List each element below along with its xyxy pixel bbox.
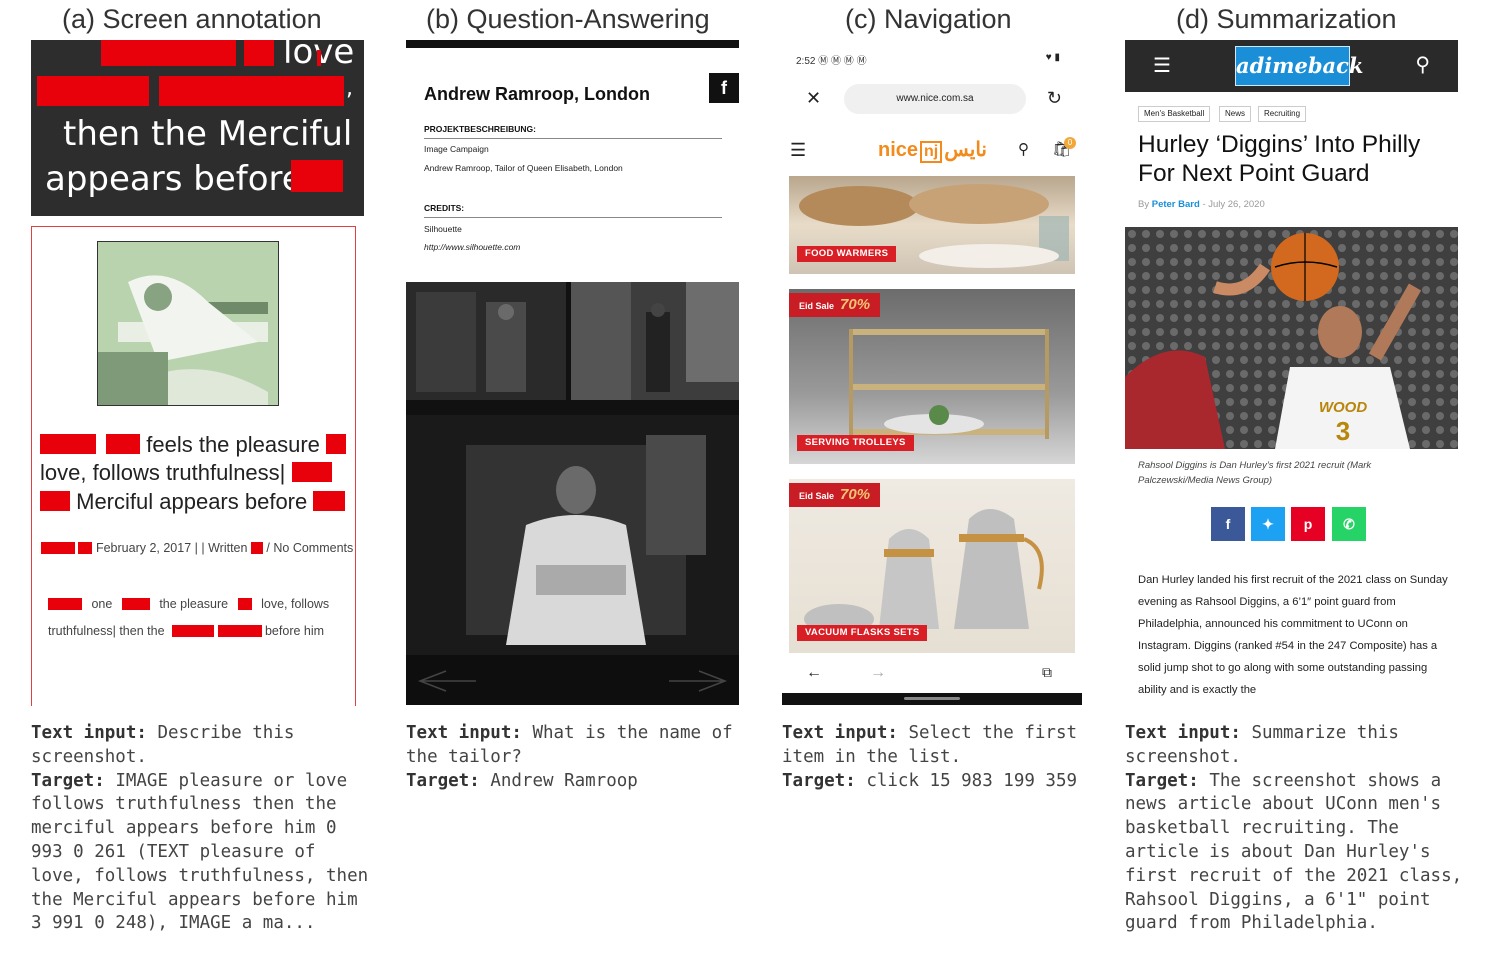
tag-news[interactable]: News <box>1219 106 1252 122</box>
annotation-top-screenshot: love , then the Merciful appears before <box>31 40 364 216</box>
category-label: VACUUM FLASKS SETS <box>797 625 928 641</box>
credits-link[interactable]: http://www.silhouette.com <box>424 242 520 252</box>
panel-b-title: (b) Question-Answering <box>426 4 710 34</box>
caption-a: Text input: Describe this screenshot. Ta… <box>31 723 369 934</box>
list-item[interactable]: FOOD WARMERS <box>789 176 1075 274</box>
close-icon[interactable]: ✕ <box>806 88 821 109</box>
twitter-share-icon[interactable]: ✦ <box>1251 507 1285 541</box>
panel-d-title: (d) Summarization <box>1176 4 1397 34</box>
panel-a-title: (a) Screen annotation <box>62 4 322 34</box>
redaction-box <box>37 76 149 106</box>
back-arrow-icon[interactable]: ← <box>806 664 822 682</box>
article-photo: WOOD 3 <box>1125 227 1458 449</box>
menu-icon[interactable]: ☰ <box>790 140 806 161</box>
share-icon[interactable]: ⧉ <box>1042 664 1052 681</box>
article-title: Hurley ‘Diggins’ Into Philly For Next Po… <box>1138 131 1421 187</box>
redaction-box <box>317 50 321 66</box>
photo-main <box>406 415 739 705</box>
forward-arrow-icon[interactable]: → <box>870 664 886 682</box>
credits-line: Silhouette <box>424 224 462 234</box>
caption-b: Text input: What is the name of the tail… <box>406 723 733 791</box>
top-bar <box>406 40 739 48</box>
caption-d: Text input: Summarize this screenshot. T… <box>1125 723 1463 934</box>
project-line: Image Campaign <box>424 144 489 154</box>
status-bar-time: 2:52 Ⓜ Ⓜ Ⓜ Ⓜ <box>796 56 867 67</box>
refresh-icon[interactable]: ↻ <box>1047 88 1062 109</box>
annotation-text: appears before <box>45 159 303 199</box>
pinterest-share-icon[interactable]: p <box>1291 507 1325 541</box>
paragraph-line: truthfulness| then the before him <box>48 624 325 638</box>
summarization-screenshot: ☰ adimeback ⚲ Men's Basketball News Recr… <box>1125 40 1458 705</box>
redaction-box <box>244 40 274 66</box>
post-meta: February 2, 2017 | | Written / No Commen… <box>41 541 353 555</box>
annotation-image <box>97 241 279 406</box>
sale-badge: Eid Sale 70% <box>789 483 881 507</box>
gesture-bar <box>782 693 1082 705</box>
project-line: Andrew Ramroop, Tailor of Queen Elisabet… <box>424 163 623 173</box>
battery-icon: ♥ ▮ <box>1045 52 1060 63</box>
category-label: FOOD WARMERS <box>797 246 897 262</box>
section-heading: CREDITS: <box>424 203 722 218</box>
qa-screenshot: f Andrew Ramroop, London PROJEKTBESCHREI… <box>406 40 739 705</box>
caption-c: Text input: Select the first item in the… <box>782 723 1078 791</box>
facebook-icon[interactable]: f <box>709 73 739 103</box>
jersey-text: WOOD <box>1319 399 1367 416</box>
tag-recruiting[interactable]: Recruiting <box>1258 106 1307 122</box>
search-icon[interactable]: ⚲ <box>1415 52 1430 77</box>
whatsapp-share-icon[interactable]: ✆ <box>1332 507 1366 541</box>
site-logo[interactable]: nice nj نايس <box>878 137 987 163</box>
annotation-line: love, follows truthfulness| <box>40 460 332 486</box>
panel-c-title: (c) Navigation <box>845 4 1012 34</box>
url-bar[interactable]: www.nice.com.sa <box>844 84 1026 114</box>
article-body: Dan Hurley landed his first recruit of t… <box>1138 574 1448 696</box>
list-item[interactable]: Eid Sale 70% SERVING TROLLEYS <box>789 289 1075 464</box>
navigation-screenshot: 2:52 Ⓜ Ⓜ Ⓜ Ⓜ ♥ ▮ ✕ www.nice.com.sa ↻ ☰ n… <box>782 40 1082 705</box>
site-logo[interactable]: adimeback <box>1235 46 1363 86</box>
annotation-line: Merciful appears before <box>40 489 346 515</box>
menu-icon[interactable]: ☰ <box>1153 53 1171 78</box>
sale-badge: Eid Sale 70% <box>789 293 881 317</box>
search-icon[interactable]: ⚲ <box>1018 140 1029 158</box>
site-header: ☰ adimeback ⚲ <box>1125 40 1458 92</box>
list-item[interactable]: Eid Sale 70% VACUUM FLASKS SETS <box>789 479 1075 653</box>
author-link[interactable]: Peter Bard <box>1152 199 1200 210</box>
category-label: SERVING TROLLEYS <box>797 435 914 451</box>
jersey-number: 3 <box>1336 416 1350 446</box>
photo-caption: Rahsool Diggins is Dan Hurley’s first 20… <box>1138 460 1372 486</box>
byline: By Peter Bard - July 26, 2020 <box>1138 199 1265 210</box>
annotation-text: then the Merciful <box>63 114 353 154</box>
redaction-box <box>159 76 344 106</box>
annotation-line: feels the pleasure <box>40 432 347 458</box>
annotation-card-screenshot: feels the pleasure love, follows truthfu… <box>31 226 356 706</box>
redaction-box <box>291 160 343 192</box>
redaction-box <box>101 40 236 66</box>
page-title: Andrew Ramroop, London <box>424 84 650 104</box>
photo-gallery-top <box>406 282 739 415</box>
tag-mens-basketball[interactable]: Men's Basketball <box>1138 106 1211 122</box>
cart-badge: 0 <box>1064 137 1076 149</box>
paragraph-line: one the pleasure love, follows <box>48 597 329 611</box>
annotation-text: , <box>346 76 353 101</box>
facebook-share-icon[interactable]: f <box>1211 507 1245 541</box>
section-heading: PROJEKTBESCHREIBUNG: <box>424 124 722 139</box>
